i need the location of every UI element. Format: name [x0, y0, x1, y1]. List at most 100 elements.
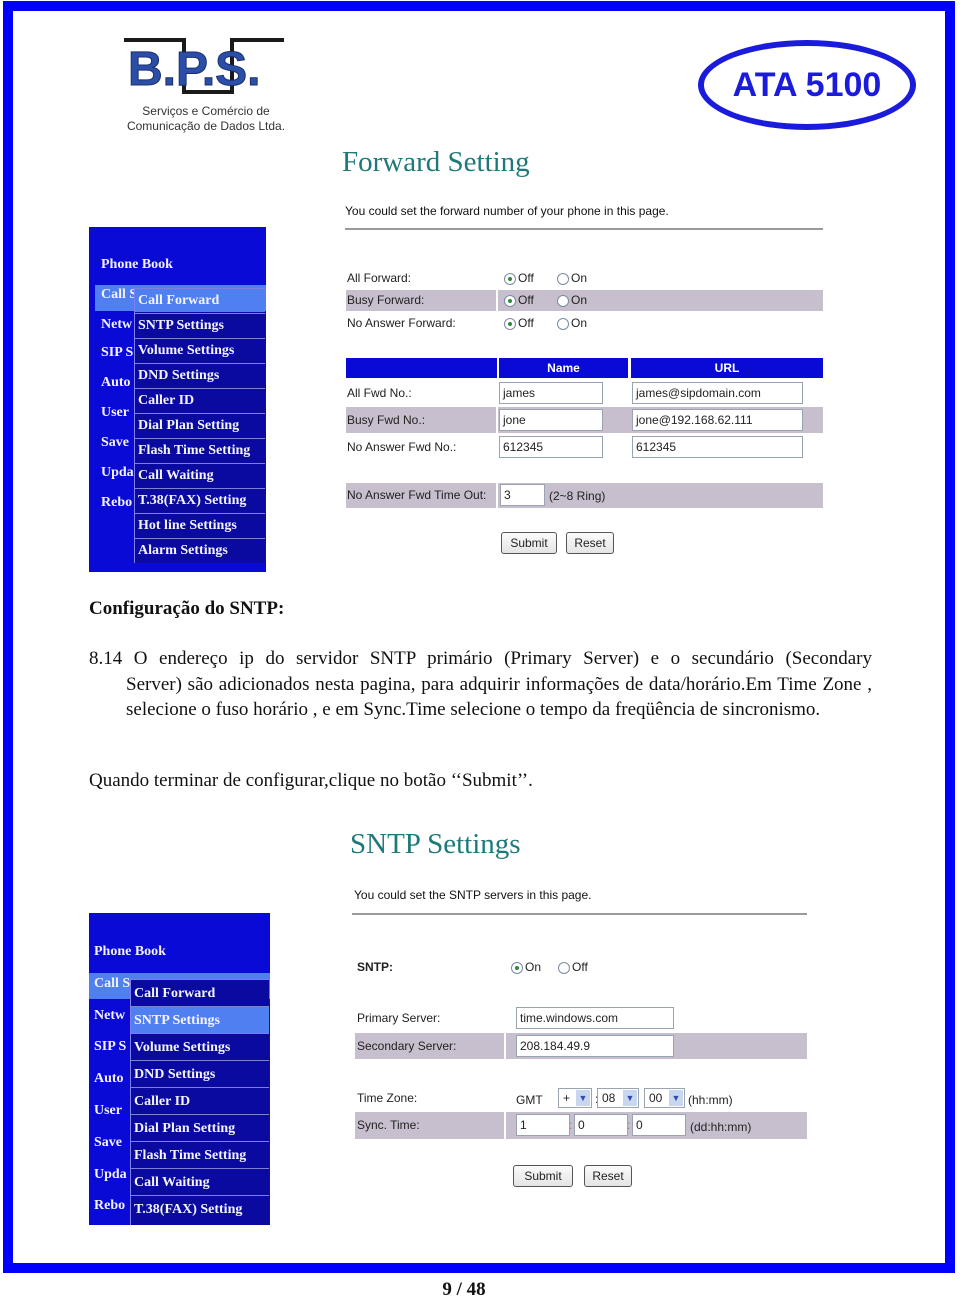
menu-item-reboot[interactable]: Rebo	[101, 495, 132, 511]
no-answer-forward-label: No Answer Forward:	[347, 316, 456, 330]
forward-submit-button[interactable]: Submit	[501, 532, 557, 554]
chevron-down-icon: ▼	[623, 1090, 637, 1106]
menu-item-save[interactable]: Save	[94, 1135, 122, 1151]
submenu-sntp-settings[interactable]: SNTP Settings	[135, 313, 265, 337]
all-forward-on-radio[interactable]: On	[557, 271, 587, 285]
radio-label: Off	[518, 271, 534, 285]
sntp-on-radio[interactable]: On	[511, 960, 541, 974]
radio-selected-icon	[504, 272, 516, 285]
select-value: 00	[649, 1091, 663, 1105]
submenu: Call Forward SNTP Settings Volume Settin…	[130, 979, 269, 1225]
menu-item-sip[interactable]: SIP S	[94, 1039, 126, 1055]
submenu-flash-time[interactable]: Flash Time Setting	[131, 1141, 269, 1168]
submenu-call-waiting[interactable]: Call Waiting	[135, 463, 265, 487]
menu-item-save[interactable]: Save	[101, 435, 129, 451]
sntp-page-title: SNTP Settings	[350, 828, 521, 860]
busy-fwd-name-input[interactable]: jone	[499, 409, 603, 431]
menu-item-network[interactable]: Netw	[101, 317, 132, 333]
forward-reset-button[interactable]: Reset	[566, 532, 614, 554]
gmt-minutes-select[interactable]: 00 ▼	[644, 1088, 685, 1108]
all-fwd-name-input[interactable]: james	[499, 382, 603, 404]
submenu-flash-time[interactable]: Flash Time Setting	[135, 438, 265, 462]
sync-time-hint: (dd:hh:mm)	[690, 1120, 752, 1134]
all-fwd-url-input[interactable]: james@sipdomain.com	[632, 382, 803, 404]
bps-tagline-2: Comunicação de Dados Ltda.	[126, 119, 286, 133]
menu-item-call-settings[interactable]: Call S	[101, 287, 137, 303]
timeout-input[interactable]: 3	[500, 484, 545, 506]
radio-selected-icon	[504, 294, 516, 307]
paragraph-first-line: 8.14 O endereço ip do servidor SNTP prim…	[89, 648, 872, 669]
submenu-call-forward[interactable]: Call Forward	[131, 979, 269, 1006]
cell-divider	[496, 483, 498, 508]
chevron-down-icon: ▼	[669, 1090, 683, 1106]
radio-label: On	[571, 316, 588, 330]
submenu-hot-line[interactable]: Hot line Settings	[135, 513, 265, 537]
sync-hours-input[interactable]: 0	[574, 1114, 628, 1136]
radio-label: On	[525, 960, 542, 974]
paragraph-body: Server) são adicionados nesta pagina, pa…	[126, 674, 872, 720]
submenu-caller-id[interactable]: Caller ID	[131, 1087, 269, 1114]
no-answer-fwd-url-input[interactable]: 612345	[632, 436, 803, 458]
submenu-sntp-settings[interactable]: SNTP Settings	[131, 1006, 269, 1033]
row-label: Busy Fwd No.:	[347, 413, 426, 427]
submenu-alarm[interactable]: Alarm Settings	[135, 538, 265, 562]
menu-item-network[interactable]: Netw	[94, 1008, 125, 1024]
submenu-caller-id[interactable]: Caller ID	[135, 388, 265, 412]
select-value: +	[563, 1091, 571, 1105]
sync-minutes-input[interactable]: 0	[632, 1114, 686, 1136]
menu-item-update[interactable]: Upda	[94, 1167, 127, 1183]
gmt-sign-select[interactable]: + ▼	[558, 1088, 592, 1108]
secondary-server-label: Secondary Server:	[357, 1039, 457, 1053]
sntp-submit-button[interactable]: Submit	[513, 1165, 573, 1187]
primary-server-input[interactable]: time.windows.com	[516, 1007, 674, 1029]
menu-item-user[interactable]: User	[101, 405, 129, 421]
table-header-empty	[346, 358, 497, 378]
submenu-t38-fax[interactable]: T.38(FAX) Setting	[131, 1195, 269, 1222]
submenu-dial-plan[interactable]: Dial Plan Setting	[135, 413, 265, 437]
secondary-server-input[interactable]: 208.184.49.9	[516, 1035, 674, 1057]
chevron-down-icon: ▼	[576, 1090, 590, 1106]
sync-time-label: Sync. Time:	[357, 1118, 420, 1132]
submenu-volume-settings[interactable]: Volume Settings	[131, 1033, 269, 1060]
table-header-name: Name	[499, 358, 628, 378]
no-answer-forward-on-radio[interactable]: On	[557, 316, 587, 330]
all-forward-row: All Forward: Off On	[346, 268, 823, 290]
menu-item-phone-book[interactable]: Phone Book	[101, 257, 173, 273]
sntp-reset-button[interactable]: Reset	[584, 1165, 632, 1187]
menu-item-auto[interactable]: Auto	[94, 1071, 124, 1087]
cell-divider	[496, 407, 498, 433]
menu-item-reboot[interactable]: Rebo	[94, 1198, 125, 1214]
submenu-dnd-settings[interactable]: DND Settings	[131, 1060, 269, 1087]
submenu-call-forward[interactable]: Call Forward	[135, 288, 265, 312]
submenu-call-waiting[interactable]: Call Waiting	[131, 1168, 269, 1195]
section-heading: Configuração do SNTP:	[89, 598, 285, 619]
menu-item-update[interactable]: Upda	[101, 465, 134, 481]
primary-server-label: Primary Server:	[357, 1011, 441, 1025]
busy-forward-off-radio[interactable]: Off	[504, 293, 534, 307]
menu-item-phone-book[interactable]: Phone Book	[94, 944, 166, 960]
menu-item-call-settings[interactable]: Call S	[94, 976, 130, 992]
radio-unselected-icon	[557, 294, 569, 307]
sntp-label: SNTP:	[357, 960, 393, 974]
all-forward-off-radio[interactable]: Off	[504, 271, 534, 285]
cell-divider	[496, 290, 498, 311]
sntp-off-radio[interactable]: Off	[558, 960, 588, 974]
menu-item-user[interactable]: User	[94, 1103, 122, 1119]
radio-label: Off	[572, 960, 588, 974]
menu-item-sip[interactable]: SIP S	[101, 345, 133, 361]
no-answer-forward-off-radio[interactable]: Off	[504, 316, 534, 330]
menu-item-auto[interactable]: Auto	[101, 375, 131, 391]
submenu-dial-plan[interactable]: Dial Plan Setting	[131, 1114, 269, 1141]
radio-label: Off	[518, 316, 534, 330]
submenu-dnd-settings[interactable]: DND Settings	[135, 363, 265, 387]
gmt-hours-select[interactable]: 08 ▼	[597, 1088, 639, 1108]
radio-selected-icon	[504, 317, 516, 330]
no-answer-fwd-name-input[interactable]: 612345	[499, 436, 603, 458]
submenu-t38-fax[interactable]: T.38(FAX) Setting	[135, 488, 265, 512]
busy-forward-on-radio[interactable]: On	[557, 293, 587, 307]
timeout-hint: (2~8 Ring)	[549, 489, 606, 503]
submenu-volume-settings[interactable]: Volume Settings	[135, 338, 265, 362]
sync-days-input[interactable]: 1	[516, 1114, 570, 1136]
time-zone-hint: (hh:mm)	[688, 1093, 733, 1107]
busy-fwd-url-input[interactable]: jone@192.168.62.111	[632, 409, 803, 431]
